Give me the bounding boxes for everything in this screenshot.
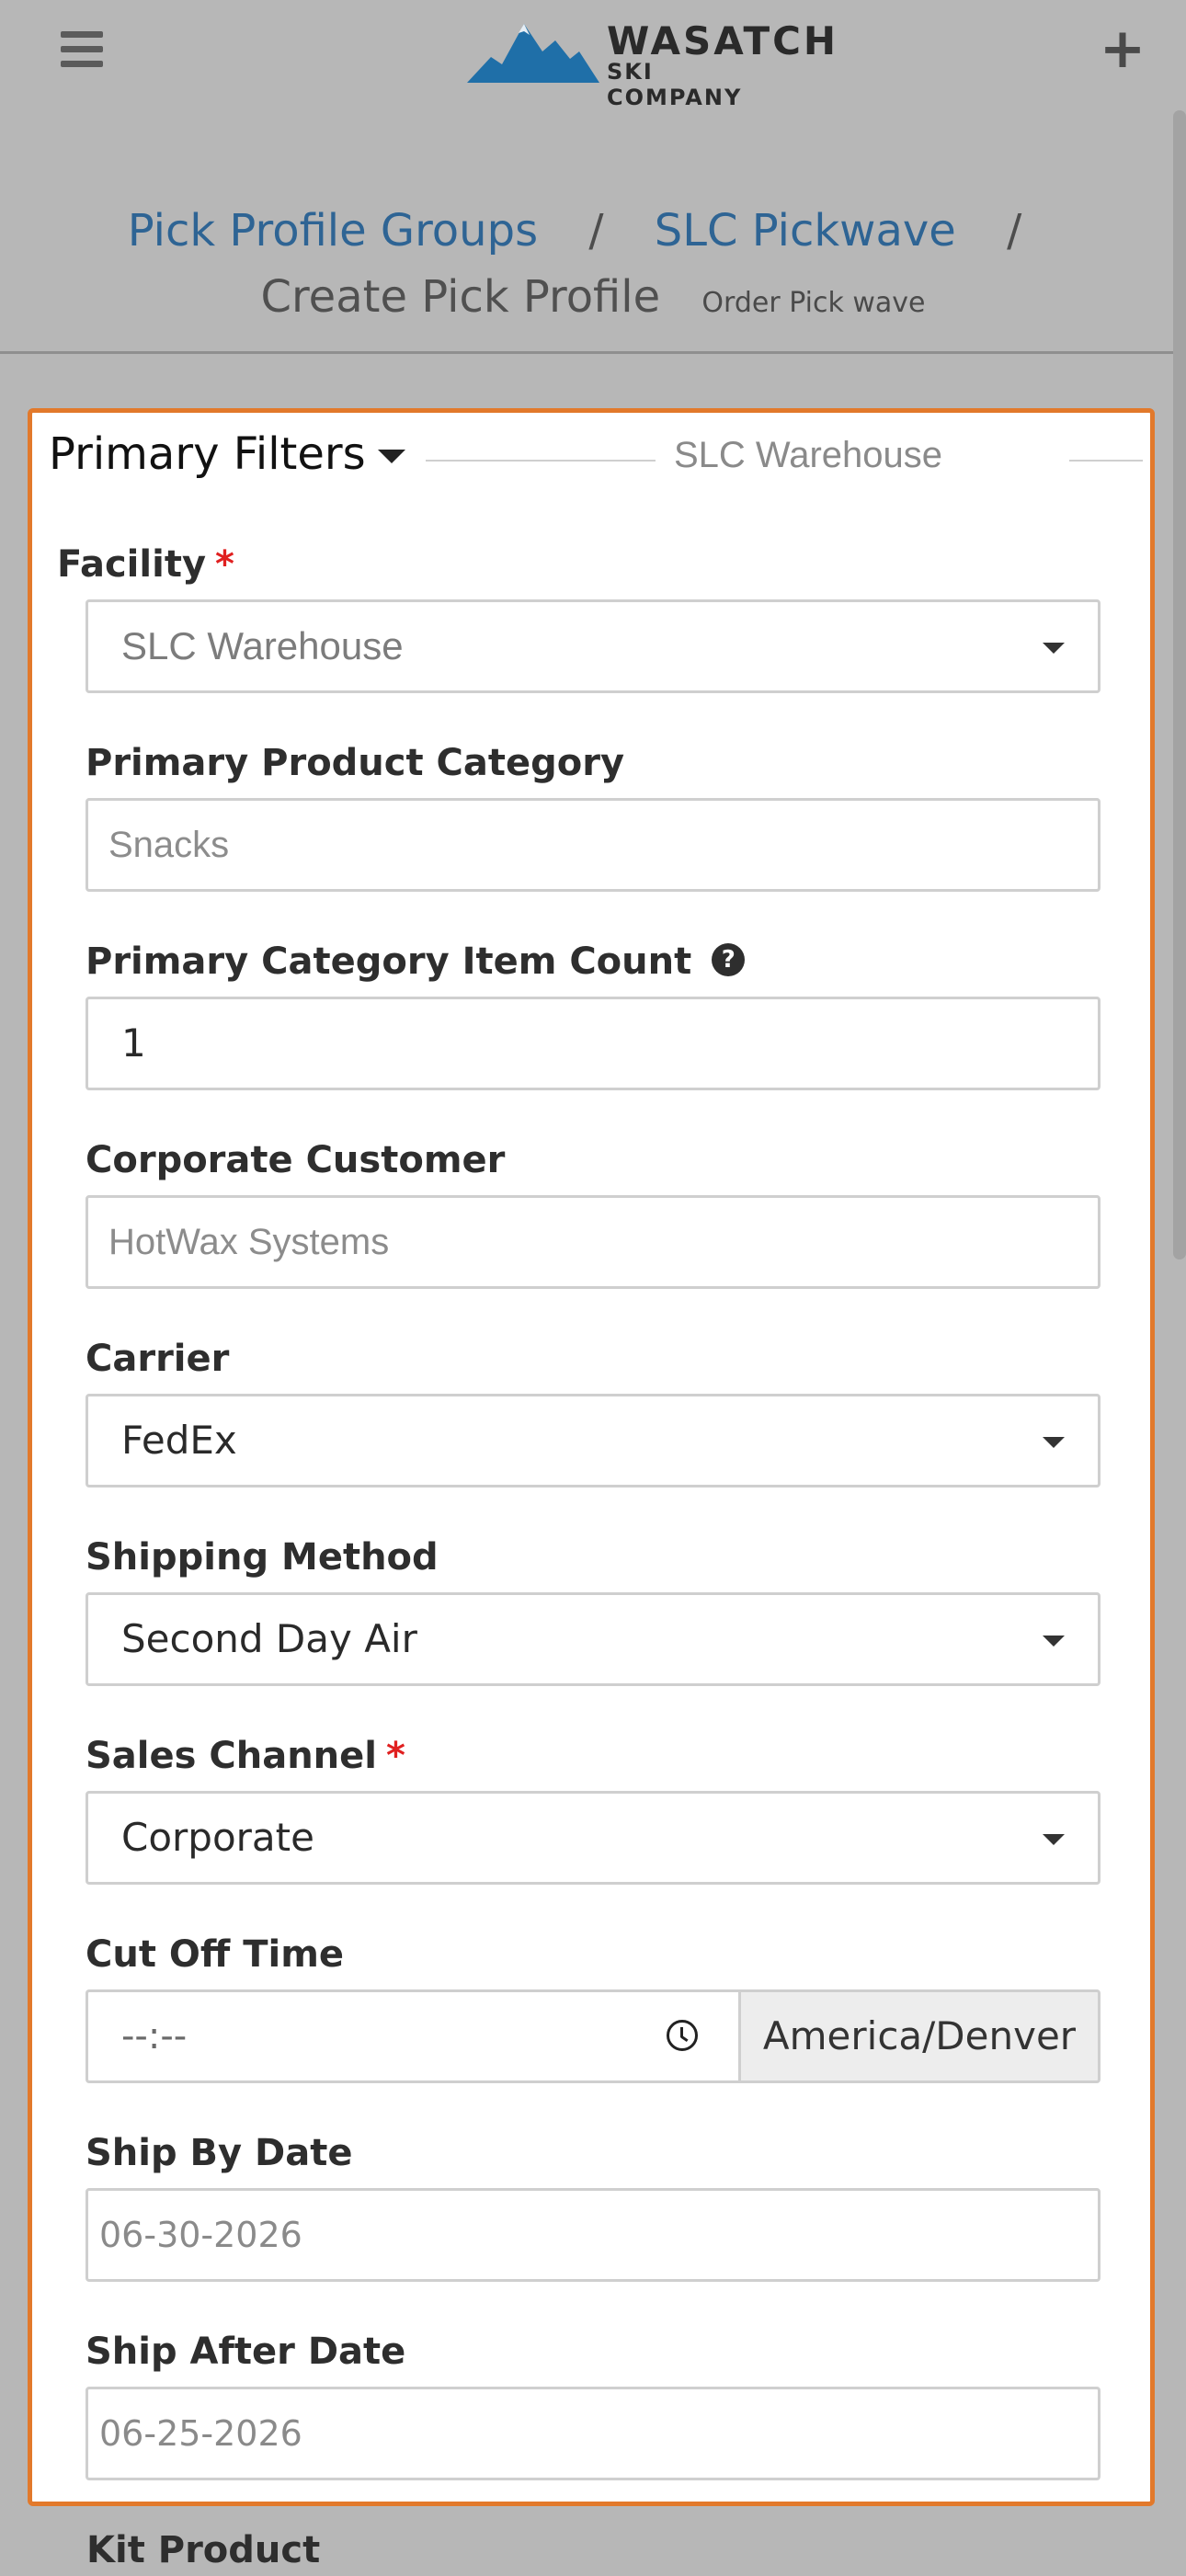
required-marker: * bbox=[386, 1735, 405, 1777]
product-category-placeholder: Snacks bbox=[108, 825, 230, 865]
carrier-select[interactable]: FedEx bbox=[86, 1394, 1100, 1487]
corporate-customer-placeholder: HotWax Systems bbox=[108, 1222, 390, 1262]
panel-title[interactable]: Primary Filters bbox=[49, 422, 366, 486]
page-subtitle: Order Pick wave bbox=[701, 287, 926, 319]
ship-by-date-input[interactable]: 06-30-2026 bbox=[86, 2188, 1100, 2282]
breadcrumb-link-slc-pickwave[interactable]: SLC Pickwave bbox=[655, 205, 956, 256]
product-category-label: Primary Product Category bbox=[86, 742, 625, 784]
sales-channel-select[interactable]: Corporate bbox=[86, 1791, 1100, 1885]
item-count-input[interactable]: 1 bbox=[86, 997, 1100, 1090]
ship-after-date-input[interactable]: 06-25-2026 bbox=[86, 2387, 1100, 2480]
panel-header[interactable]: Primary Filters SLC Warehouse bbox=[49, 422, 1143, 486]
chevron-down-icon bbox=[1043, 1437, 1065, 1448]
shipping-method-label: Shipping Method bbox=[86, 1536, 439, 1579]
page-title: Create Pick Profile bbox=[260, 271, 661, 323]
cut-off-time-input[interactable]: --:-- bbox=[86, 1989, 740, 2083]
kit-product-label: Kit Product bbox=[86, 2529, 321, 2571]
ship-after-date-value: 06-25-2026 bbox=[99, 2413, 302, 2454]
facility-select[interactable]: SLC Warehouse bbox=[86, 599, 1100, 693]
timezone-addon: America/Denver bbox=[738, 1989, 1100, 2083]
top-bar: WASATCH SKI COMPANY + bbox=[0, 0, 1186, 110]
corporate-customer-label: Corporate Customer bbox=[86, 1139, 506, 1181]
header-rule bbox=[1069, 460, 1143, 462]
add-icon[interactable]: + bbox=[1098, 21, 1147, 76]
help-icon[interactable]: ? bbox=[712, 943, 746, 976]
caret-down-icon[interactable] bbox=[378, 450, 405, 463]
brand-name: WASATCH bbox=[607, 18, 839, 63]
product-category-input[interactable]: Snacks bbox=[86, 798, 1100, 892]
menu-icon[interactable] bbox=[61, 31, 103, 72]
shipping-method-select[interactable]: Second Day Air bbox=[86, 1592, 1100, 1686]
ship-by-date-value: 06-30-2026 bbox=[99, 2215, 302, 2255]
company-logo[interactable]: WASATCH SKI COMPANY bbox=[467, 18, 836, 110]
facility-label: Facility * bbox=[57, 543, 234, 586]
header-rule bbox=[426, 460, 656, 462]
brand-subname: SKI COMPANY bbox=[607, 59, 743, 110]
ship-by-date-label: Ship By Date bbox=[86, 2132, 353, 2174]
mountain-logo-icon bbox=[467, 24, 599, 83]
clock-icon[interactable] bbox=[667, 2020, 698, 2051]
corporate-customer-input[interactable]: HotWax Systems bbox=[86, 1195, 1100, 1289]
ship-after-date-label: Ship After Date bbox=[86, 2331, 406, 2373]
cut-off-time-group: --:-- America/Denver bbox=[86, 1989, 1100, 2083]
facility-select-value: SLC Warehouse bbox=[121, 624, 404, 667]
cut-off-time-label: Cut Off Time bbox=[86, 1933, 345, 1976]
breadcrumb: Pick Profile Groups / SLC Pickwave / Cre… bbox=[0, 197, 1186, 329]
required-marker: * bbox=[215, 543, 234, 586]
item-count-value: 1 bbox=[121, 1020, 146, 1066]
breadcrumb-separator: / bbox=[588, 205, 604, 256]
breadcrumb-separator: / bbox=[1007, 205, 1022, 256]
chevron-down-icon bbox=[1043, 1834, 1065, 1845]
sales-channel-select-value: Corporate bbox=[121, 1815, 314, 1860]
breadcrumb-link-pick-profile-groups[interactable]: Pick Profile Groups bbox=[128, 205, 538, 256]
carrier-label: Carrier bbox=[86, 1338, 230, 1380]
sales-channel-label: Sales Channel * bbox=[86, 1735, 405, 1777]
shipping-method-select-value: Second Day Air bbox=[121, 1616, 417, 1661]
item-count-label: Primary Category Item Count? bbox=[86, 936, 746, 987]
chevron-down-icon bbox=[1043, 1636, 1065, 1647]
carrier-select-value: FedEx bbox=[121, 1418, 237, 1463]
header-divider bbox=[0, 351, 1173, 354]
facility-tag: SLC Warehouse bbox=[674, 435, 942, 475]
chevron-down-icon bbox=[1043, 643, 1065, 654]
cut-off-time-value: --:-- bbox=[121, 2015, 188, 2057]
